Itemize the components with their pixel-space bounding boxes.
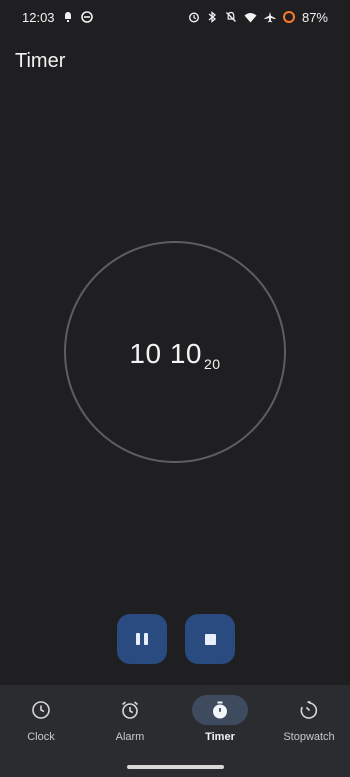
clock-icon bbox=[32, 701, 50, 719]
home-indicator[interactable] bbox=[127, 765, 224, 769]
pause-icon bbox=[136, 633, 148, 645]
notification-icon bbox=[64, 12, 71, 22]
stop-button[interactable] bbox=[185, 614, 235, 664]
nav-label-alarm: Alarm bbox=[115, 731, 145, 743]
timer-readout[interactable]: 10 10 20 bbox=[0, 338, 350, 372]
timer-icon bbox=[213, 701, 227, 719]
alarm-icon bbox=[121, 701, 139, 719]
alarm-icon bbox=[188, 12, 199, 23]
nav-label-clock: Clock bbox=[27, 731, 55, 743]
nav-item-alarm[interactable]: Alarm bbox=[90, 695, 170, 743]
status-left: 12:03 bbox=[22, 10, 93, 25]
airplane-icon bbox=[264, 11, 276, 23]
bottom-navigation: Clock Alarm Timer Stopwatch bbox=[0, 685, 350, 777]
status-right: 87% bbox=[188, 10, 328, 25]
nav-item-clock[interactable]: Clock bbox=[1, 695, 81, 743]
status-time: 12:03 bbox=[22, 9, 55, 25]
nav-item-stopwatch[interactable]: Stopwatch bbox=[269, 695, 349, 743]
page-title: Timer bbox=[15, 50, 66, 72]
timer-main-digits: 10 10 bbox=[129, 338, 202, 369]
status-bar: 12:03 87% bbox=[0, 0, 350, 34]
pause-button[interactable] bbox=[117, 614, 167, 664]
timer-seconds: 20 bbox=[204, 356, 221, 372]
battery-percent: 87% bbox=[301, 9, 328, 25]
mute-icon bbox=[226, 11, 236, 22]
stopwatch-icon bbox=[300, 701, 318, 719]
nav-label-stopwatch: Stopwatch bbox=[283, 731, 335, 743]
battery-saver-icon bbox=[282, 11, 295, 23]
nav-item-timer[interactable]: Timer bbox=[180, 695, 260, 743]
bluetooth-icon bbox=[208, 11, 216, 23]
stop-icon bbox=[204, 633, 216, 645]
vpn-icon bbox=[80, 11, 93, 23]
wifi-icon bbox=[244, 12, 257, 22]
nav-label-timer: Timer bbox=[205, 731, 235, 743]
